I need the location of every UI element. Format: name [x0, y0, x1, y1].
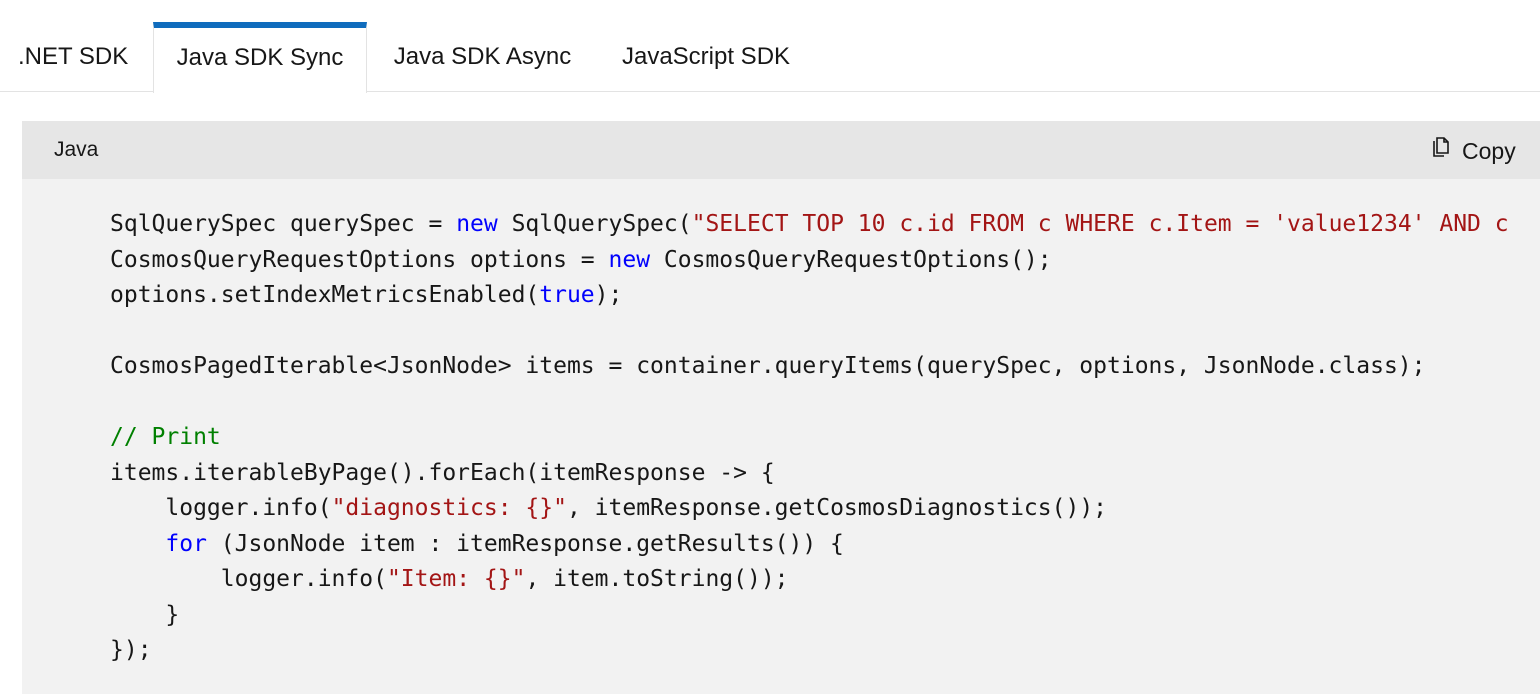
code-token: "Item: {}" [386, 566, 526, 592]
code-token: true [539, 282, 595, 308]
code-block: Java Copy SqlQuerySpec querySpec = new S… [22, 121, 1540, 694]
code-token: } [110, 601, 180, 628]
code-token: CosmosQueryRequestOptions options = [110, 246, 609, 273]
copy-button-label: Copy [1462, 137, 1516, 164]
sdk-tab-bar: .NET SDK Java SDK Sync Java SDK Async Ja… [0, 0, 1540, 93]
code-token: "SELECT TOP 10 c.id FROM c WHERE c.Item … [691, 211, 1509, 237]
code-token: SqlQuerySpec( [497, 211, 692, 237]
code-token: logger.info( [110, 495, 332, 521]
copy-button[interactable]: Copy [1430, 135, 1516, 167]
code-token: new [456, 211, 498, 237]
code-token: , item.toString()); [525, 566, 789, 592]
code-token: CosmosPagedIterable<JsonNode> items = co… [110, 353, 1426, 379]
code-line: logger.info("Item: {}", item.toString())… [110, 562, 1509, 598]
code-line: logger.info("diagnostics: {}", itemRespo… [110, 491, 1509, 527]
code-content[interactable]: SqlQuerySpec querySpec = new SqlQuerySpe… [110, 207, 1509, 669]
code-line: // Print [110, 420, 1509, 456]
code-line: } [110, 598, 1509, 634]
code-token: for [165, 530, 207, 557]
code-line: items.iterableByPage().forEach(itemRespo… [110, 456, 1509, 492]
copy-icon [1430, 136, 1452, 166]
tab-javascript-sdk[interactable]: JavaScript SDK [606, 22, 806, 92]
code-token: logger.info( [110, 566, 387, 592]
code-header: Java Copy [22, 121, 1540, 179]
code-token: items.iterableByPage().forEach(itemRespo… [110, 459, 775, 486]
code-language-label: Java [54, 138, 99, 161]
code-line: for (JsonNode item : itemResponse.getRes… [110, 527, 1509, 563]
code-line: CosmosPagedIterable<JsonNode> items = co… [110, 349, 1509, 385]
code-token: SqlQuerySpec querySpec = [110, 211, 457, 237]
code-line: CosmosQueryRequestOptions options = new … [110, 243, 1509, 279]
tab-dotnet-sdk[interactable]: .NET SDK [18, 22, 128, 92]
code-line: SqlQuerySpec querySpec = new SqlQuerySpe… [110, 207, 1509, 243]
code-token: "diagnostics: {}" [331, 495, 567, 521]
code-line: options.setIndexMetricsEnabled(true); [110, 278, 1509, 314]
code-token: // Print [110, 424, 221, 450]
tab-java-sdk-sync[interactable]: Java SDK Sync [153, 22, 367, 93]
tab-java-sdk-async[interactable]: Java SDK Async [380, 22, 585, 92]
code-token: , itemResponse.getCosmosDiagnostics()); [566, 495, 1108, 521]
code-token: new [608, 246, 651, 273]
code-token: ); [594, 282, 623, 308]
code-token: options.setIndexMetricsEnabled( [110, 282, 540, 308]
code-line: }); [110, 633, 1509, 669]
code-token: (JsonNode item : itemResponse.getResults… [206, 530, 844, 557]
code-token: CosmosQueryRequestOptions(); [650, 246, 1052, 273]
code-token: }); [110, 637, 152, 663]
